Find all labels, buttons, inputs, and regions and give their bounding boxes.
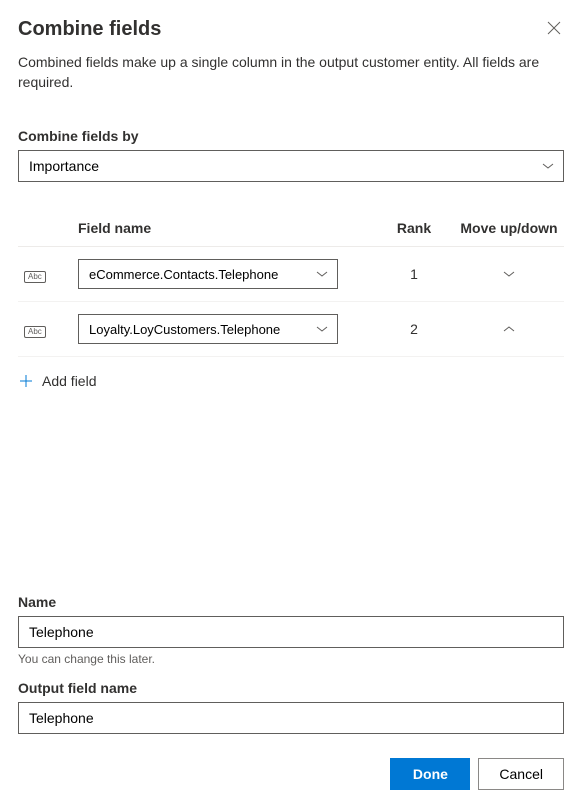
field-select-input[interactable] bbox=[78, 259, 338, 289]
dialog-header: Combine fields bbox=[18, 18, 564, 41]
rank-cell: 2 bbox=[374, 321, 454, 337]
combine-by-label: Combine fields by bbox=[18, 128, 564, 144]
table-header-row: Field name Rank Move up/down bbox=[18, 210, 564, 247]
done-button[interactable]: Done bbox=[390, 758, 470, 790]
table-header-move: Move up/down bbox=[454, 220, 564, 236]
chevron-up-icon bbox=[502, 324, 516, 334]
table-header-field: Field name bbox=[78, 220, 374, 236]
close-button[interactable] bbox=[544, 18, 564, 38]
output-label: Output field name bbox=[18, 680, 564, 696]
dialog-description: Combined fields make up a single column … bbox=[18, 53, 564, 92]
output-input[interactable] bbox=[18, 702, 564, 734]
rank-cell: 1 bbox=[374, 266, 454, 282]
add-field-label: Add field bbox=[42, 373, 96, 389]
field-name-cell bbox=[78, 259, 374, 289]
field-select[interactable] bbox=[78, 314, 338, 344]
table-row: Abc 2 bbox=[18, 302, 564, 357]
name-helper: You can change this later. bbox=[18, 652, 564, 666]
field-type-cell: Abc bbox=[18, 321, 78, 338]
bottom-form: Name You can change this later. Output f… bbox=[18, 594, 564, 790]
move-up-button[interactable] bbox=[497, 317, 521, 341]
move-cell bbox=[454, 262, 564, 286]
name-input[interactable] bbox=[18, 616, 564, 648]
field-select[interactable] bbox=[78, 259, 338, 289]
dialog-title: Combine fields bbox=[18, 18, 161, 41]
close-icon bbox=[547, 21, 561, 35]
field-type-cell: Abc bbox=[18, 266, 78, 283]
combine-by-select[interactable] bbox=[18, 150, 564, 182]
add-field-button[interactable]: Add field bbox=[18, 373, 564, 389]
table-row: Abc 1 bbox=[18, 247, 564, 302]
combine-by-input[interactable] bbox=[18, 150, 564, 182]
name-label: Name bbox=[18, 594, 564, 610]
button-row: Done Cancel bbox=[18, 758, 564, 790]
cancel-button[interactable]: Cancel bbox=[478, 758, 564, 790]
text-type-badge: Abc bbox=[24, 326, 46, 338]
table-header-rank: Rank bbox=[374, 220, 454, 236]
field-select-input[interactable] bbox=[78, 314, 338, 344]
move-down-button[interactable] bbox=[497, 262, 521, 286]
move-cell bbox=[454, 317, 564, 341]
chevron-down-icon bbox=[502, 269, 516, 279]
text-type-badge: Abc bbox=[24, 271, 46, 283]
field-name-cell bbox=[78, 314, 374, 344]
plus-icon bbox=[18, 373, 34, 389]
